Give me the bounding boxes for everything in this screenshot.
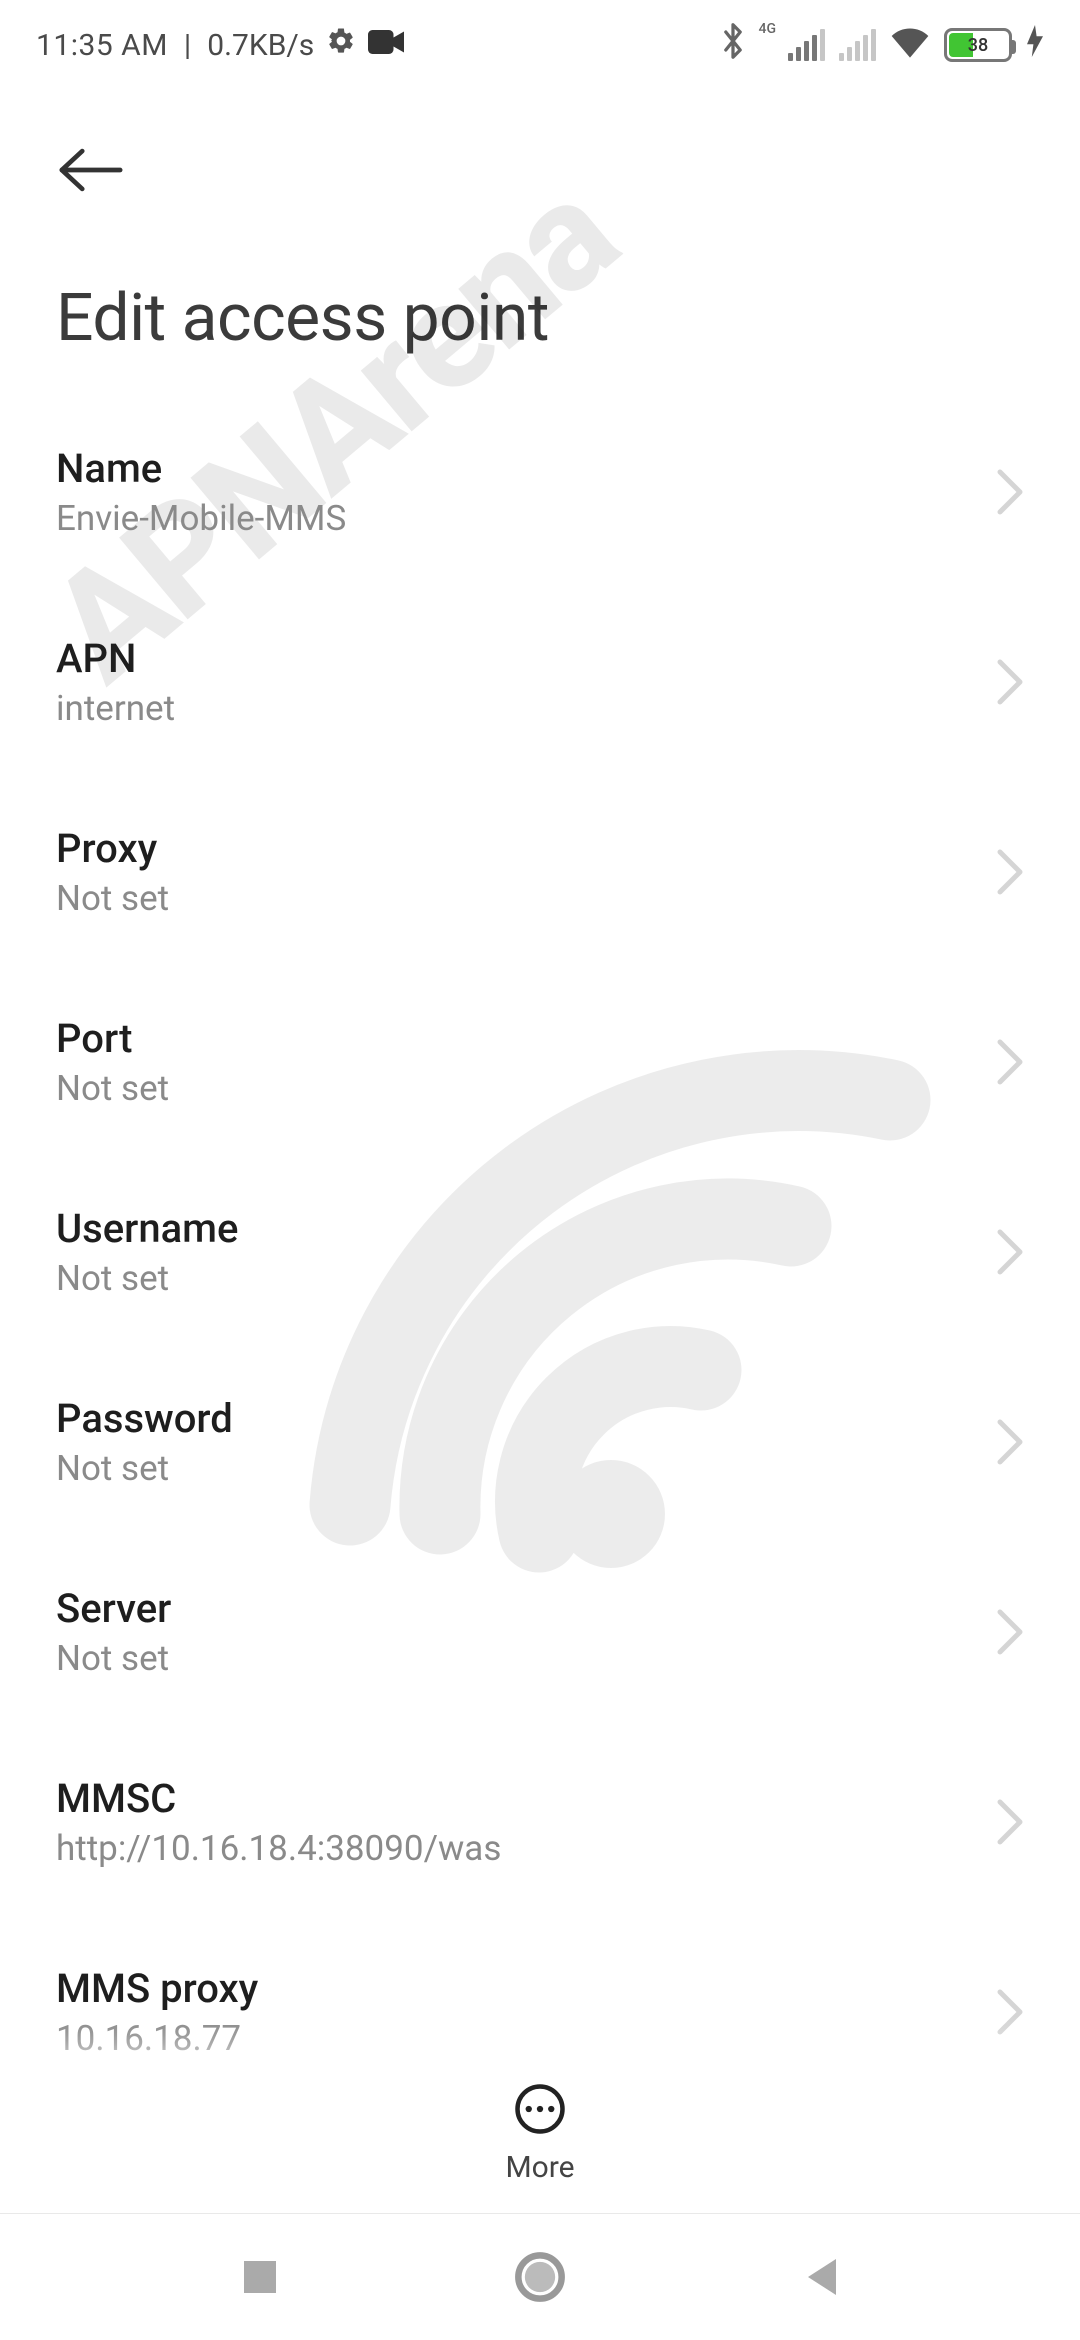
battery-icon: 38	[944, 28, 1012, 62]
bluetooth-icon	[721, 23, 745, 67]
page-title: Edit access point	[0, 220, 1080, 397]
video-icon	[368, 28, 404, 63]
signal-bars-1	[788, 29, 825, 61]
setting-value: 10.16.18.77	[56, 2018, 258, 2059]
chevron-right-icon	[996, 1418, 1024, 1466]
battery-percent: 38	[947, 35, 1009, 56]
setting-text: Port Not set	[56, 1015, 169, 1109]
setting-row-server[interactable]: Server Not set	[0, 1537, 1080, 1727]
setting-label: Name	[56, 445, 346, 492]
nav-back-button[interactable]	[790, 2247, 850, 2307]
setting-row-proxy[interactable]: Proxy Not set	[0, 777, 1080, 967]
chevron-right-icon	[996, 1798, 1024, 1846]
setting-label: Username	[56, 1205, 238, 1252]
chevron-right-icon	[996, 468, 1024, 516]
more-label: More	[505, 2150, 574, 2185]
setting-label: MMS proxy	[56, 1965, 258, 2012]
setting-text: Username Not set	[56, 1205, 238, 1299]
triangle-left-icon	[800, 2255, 840, 2299]
settings-icon	[326, 26, 356, 64]
status-net-speed: 0.7KB/s	[207, 28, 314, 63]
charging-icon	[1026, 25, 1044, 65]
bottom-action-bar: More	[0, 2054, 1080, 2214]
setting-row-password[interactable]: Password Not set	[0, 1347, 1080, 1537]
status-left: 11:35 AM | 0.7KB/s	[36, 26, 404, 64]
setting-text: Server Not set	[56, 1585, 171, 1679]
setting-row-mmsc[interactable]: MMSC http://10.16.18.4:38090/was	[0, 1727, 1080, 1917]
chevron-right-icon	[996, 1608, 1024, 1656]
nav-home-button[interactable]	[510, 2247, 570, 2307]
setting-value: Not set	[56, 1068, 169, 1109]
chevron-right-icon	[996, 1988, 1024, 2036]
arrow-left-icon	[56, 145, 126, 195]
signal-label: 4G	[759, 21, 777, 37]
setting-text: MMSC http://10.16.18.4:38090/was	[56, 1775, 501, 1869]
setting-value: Envie-Mobile-MMS	[56, 498, 346, 539]
setting-label: MMSC	[56, 1775, 501, 1822]
setting-row-username[interactable]: Username Not set	[0, 1157, 1080, 1347]
chevron-right-icon	[996, 658, 1024, 706]
chevron-right-icon	[996, 1038, 1024, 1086]
setting-row-name[interactable]: Name Envie-Mobile-MMS	[0, 397, 1080, 587]
setting-label: Proxy	[56, 825, 169, 872]
setting-text: MMS proxy 10.16.18.77	[56, 1965, 258, 2059]
setting-value: Not set	[56, 878, 169, 919]
setting-text: APN internet	[56, 635, 175, 729]
square-icon	[240, 2257, 280, 2297]
toolbar	[0, 90, 1080, 220]
status-right: 4G 38	[721, 23, 1045, 67]
setting-value: Not set	[56, 1258, 238, 1299]
setting-text: Password Not set	[56, 1395, 233, 1489]
setting-text: Name Envie-Mobile-MMS	[56, 445, 346, 539]
setting-label: Port	[56, 1015, 169, 1062]
circle-icon	[514, 2251, 566, 2303]
status-bar: 11:35 AM | 0.7KB/s 4G 38	[0, 0, 1080, 90]
setting-label: Password	[56, 1395, 233, 1442]
chevron-right-icon	[996, 1228, 1024, 1276]
status-separator: |	[184, 28, 191, 63]
status-time: 11:35 AM	[36, 28, 168, 63]
setting-row-apn[interactable]: APN internet	[0, 587, 1080, 777]
signal-bars-2	[839, 29, 876, 61]
setting-value: internet	[56, 688, 175, 729]
back-button[interactable]	[56, 130, 136, 210]
navigation-bar	[0, 2214, 1080, 2340]
setting-label: APN	[56, 635, 175, 682]
nav-recent-button[interactable]	[230, 2247, 290, 2307]
setting-row-port[interactable]: Port Not set	[0, 967, 1080, 1157]
more-button[interactable]: More	[505, 2082, 574, 2185]
setting-value: http://10.16.18.4:38090/was	[56, 1828, 501, 1869]
setting-label: Server	[56, 1585, 171, 1632]
chevron-right-icon	[996, 848, 1024, 896]
more-icon	[513, 2082, 567, 2136]
setting-value: Not set	[56, 1638, 171, 1679]
setting-value: Not set	[56, 1448, 233, 1489]
battery-cap	[1012, 40, 1016, 54]
setting-text: Proxy Not set	[56, 825, 169, 919]
wifi-icon	[890, 24, 930, 66]
settings-list: Name Envie-Mobile-MMS APN internet Proxy…	[0, 397, 1080, 2217]
